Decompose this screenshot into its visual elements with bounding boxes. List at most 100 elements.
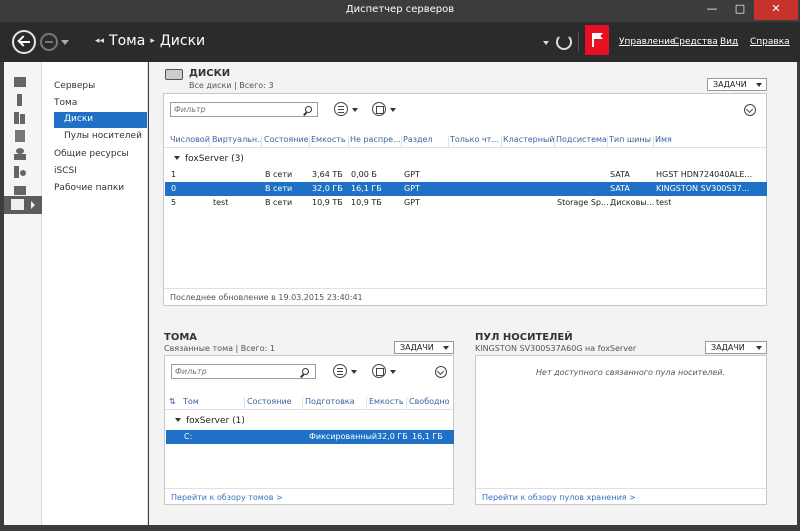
column-header[interactable]: Состояние: [264, 135, 310, 147]
volumes-overview-link[interactable]: Перейти к обзору томов >: [171, 493, 283, 502]
collapse-panel-icon[interactable]: [744, 104, 756, 116]
sidebar-item-shares[interactable]: Общие ресурсы: [54, 149, 129, 159]
menu-help[interactable]: Справка: [750, 37, 790, 47]
table-row[interactable]: 5 test В сети 10,9 ТБ 10,9 ТБ GPT Storage Sp..…: [165, 196, 767, 210]
volumes-tasks-button[interactable]: ЗАДАЧИ: [394, 341, 454, 354]
file-storage-services-icon[interactable]: [4, 196, 42, 214]
column-header[interactable]: Емкость: [311, 135, 349, 147]
pool-title: ПУЛ НОСИТЕЛЕЙ: [475, 332, 573, 343]
pool-subtitle: KINGSTON SV300S37A60G на foxServer: [475, 344, 637, 353]
maximize-button[interactable]: □: [726, 0, 754, 20]
breadcrumb-item-disks[interactable]: Диски: [160, 33, 205, 49]
volumes-tasks-label: ЗАДАЧИ: [400, 343, 434, 352]
column-header[interactable]: Виртуальн...: [212, 135, 262, 147]
sidebar-item-iscsi[interactable]: iSCSI: [54, 166, 77, 176]
pools-overview-link[interactable]: Перейти к обзору пулов хранения >: [482, 493, 636, 502]
list-view-icon[interactable]: [334, 102, 348, 116]
cell: SATA: [610, 184, 630, 193]
search-icon[interactable]: [302, 368, 309, 375]
column-header[interactable]: Том: [183, 397, 245, 409]
table-row[interactable]: 0 В сети 32,0 ГБ 16,1 ГБ GPT SATA KINGSTON SV3…: [165, 182, 767, 196]
cell: 16,1 ГБ: [351, 184, 382, 193]
column-header[interactable]: Раздел: [403, 135, 449, 147]
sidebar-item-storage-pools[interactable]: Пулы носителей: [64, 131, 142, 141]
save-query-icon[interactable]: [372, 102, 386, 116]
ad-ds-icon[interactable]: [13, 130, 27, 142]
close-button[interactable]: ✕: [754, 0, 798, 20]
iis-icon[interactable]: [13, 166, 27, 178]
column-header[interactable]: Подсистема: [556, 135, 608, 147]
disks-tasks-button[interactable]: ЗАДАЧИ: [707, 78, 767, 91]
disks-title: ДИСКИ: [189, 68, 231, 79]
table-row[interactable]: C: Фиксированный 32,0 ГБ 16,1 ГБ: [166, 430, 454, 444]
menu-view[interactable]: Вид: [720, 37, 738, 47]
sidebar-item-disks[interactable]: Диски: [54, 112, 147, 128]
menu-tools[interactable]: Средства: [673, 37, 718, 47]
history-dropdown-icon[interactable]: [61, 40, 69, 45]
all-servers-icon[interactable]: [13, 112, 27, 124]
cell: test: [213, 198, 229, 207]
storage-icon[interactable]: [13, 184, 27, 196]
toolbar: ◂◂ Тома ▸ Диски Управление Средства Вид Спр…: [0, 22, 800, 62]
column-header[interactable]: Только чт...: [450, 135, 502, 147]
disks-group-header[interactable]: foxServer (3): [174, 154, 244, 164]
sidebar: Серверы Тома Диски Пулы носителей Общие …: [42, 62, 148, 525]
cell: GPT: [404, 184, 420, 193]
column-header[interactable]: Тип шины: [609, 135, 654, 147]
volumes-panel: ⇅ Том Состояние Подготовка Емкость Свобо…: [164, 355, 454, 505]
search-icon[interactable]: [305, 106, 312, 113]
refresh-icon[interactable]: [556, 34, 572, 50]
volumes-title: ТОМА: [164, 332, 198, 343]
cell: 5: [171, 198, 177, 207]
save-query-dropdown-icon[interactable]: [390, 370, 396, 374]
column-header[interactable]: Кластерный: [503, 135, 555, 147]
local-server-icon[interactable]: [13, 94, 27, 106]
volumes-grid-header: ⇅ Том Состояние Подготовка Емкость Свобо…: [165, 394, 453, 410]
cell: GPT: [404, 198, 420, 207]
sidebar-item-servers[interactable]: Серверы: [54, 81, 95, 91]
file-services-users-icon[interactable]: [13, 148, 27, 160]
table-row[interactable]: 1 В сети 3,64 ТБ 0,00 Б GPT SATA HGST HDN72404…: [165, 168, 767, 182]
cell: HGST HDN724040ALE...: [656, 170, 753, 179]
minimize-button[interactable]: —: [698, 0, 726, 20]
cell: 1: [171, 170, 177, 179]
volumes-filter-input[interactable]: [171, 364, 316, 379]
disk-section-icon: [165, 69, 183, 80]
navigation-icon-rail: [4, 62, 42, 525]
collapse-panel-icon[interactable]: [435, 366, 447, 378]
sidebar-item-volumes[interactable]: Тома: [54, 98, 77, 108]
list-view-dropdown-icon[interactable]: [351, 370, 357, 374]
cell: 0: [171, 184, 177, 193]
list-view-dropdown-icon[interactable]: [352, 108, 358, 112]
pool-tasks-button[interactable]: ЗАДАЧИ: [705, 341, 767, 354]
column-header[interactable]: Числовой: [170, 135, 210, 147]
notifications-flag-icon[interactable]: [585, 25, 609, 55]
sidebar-item-work-folders[interactable]: Рабочие папки: [54, 183, 124, 193]
refresh-dropdown-icon[interactable]: [543, 41, 549, 45]
volumes-group-header[interactable]: foxServer (1): [175, 416, 245, 426]
breadcrumb-item-volumes[interactable]: Тома: [109, 33, 145, 49]
disks-filter-input[interactable]: [170, 102, 318, 117]
column-header[interactable]: Состояние: [247, 397, 303, 409]
pool-empty-message: Нет доступного связанного пула носителей…: [536, 368, 726, 377]
cell: В сети: [265, 184, 293, 193]
column-header[interactable]: Имя: [655, 135, 755, 147]
save-query-dropdown-icon[interactable]: [390, 108, 396, 112]
column-header[interactable]: Свободно: [409, 397, 451, 409]
cell: Фиксированный: [309, 432, 378, 441]
cell: 32,0 ГБ: [377, 432, 408, 441]
column-header[interactable]: Подготовка: [305, 397, 367, 409]
list-view-icon[interactable]: [333, 364, 347, 378]
disks-last-update: Последнее обновление в 19.03.2015 23:40:…: [170, 293, 363, 302]
column-header[interactable]: Емкость: [369, 397, 407, 409]
cell: 16,1 ГБ: [412, 432, 443, 441]
menu-manage[interactable]: Управление: [619, 37, 675, 47]
back-arrow-icon[interactable]: [12, 30, 36, 54]
disks-group-label: foxServer (3): [185, 154, 244, 164]
column-header[interactable]: Не распре...: [350, 135, 402, 147]
forward-arrow-icon[interactable]: [40, 33, 58, 51]
pool-tasks-label: ЗАДАЧИ: [711, 343, 745, 352]
save-query-icon[interactable]: [372, 364, 386, 378]
disks-subtitle: Все диски | Всего: 3: [189, 81, 274, 90]
dashboard-icon[interactable]: [13, 76, 27, 88]
